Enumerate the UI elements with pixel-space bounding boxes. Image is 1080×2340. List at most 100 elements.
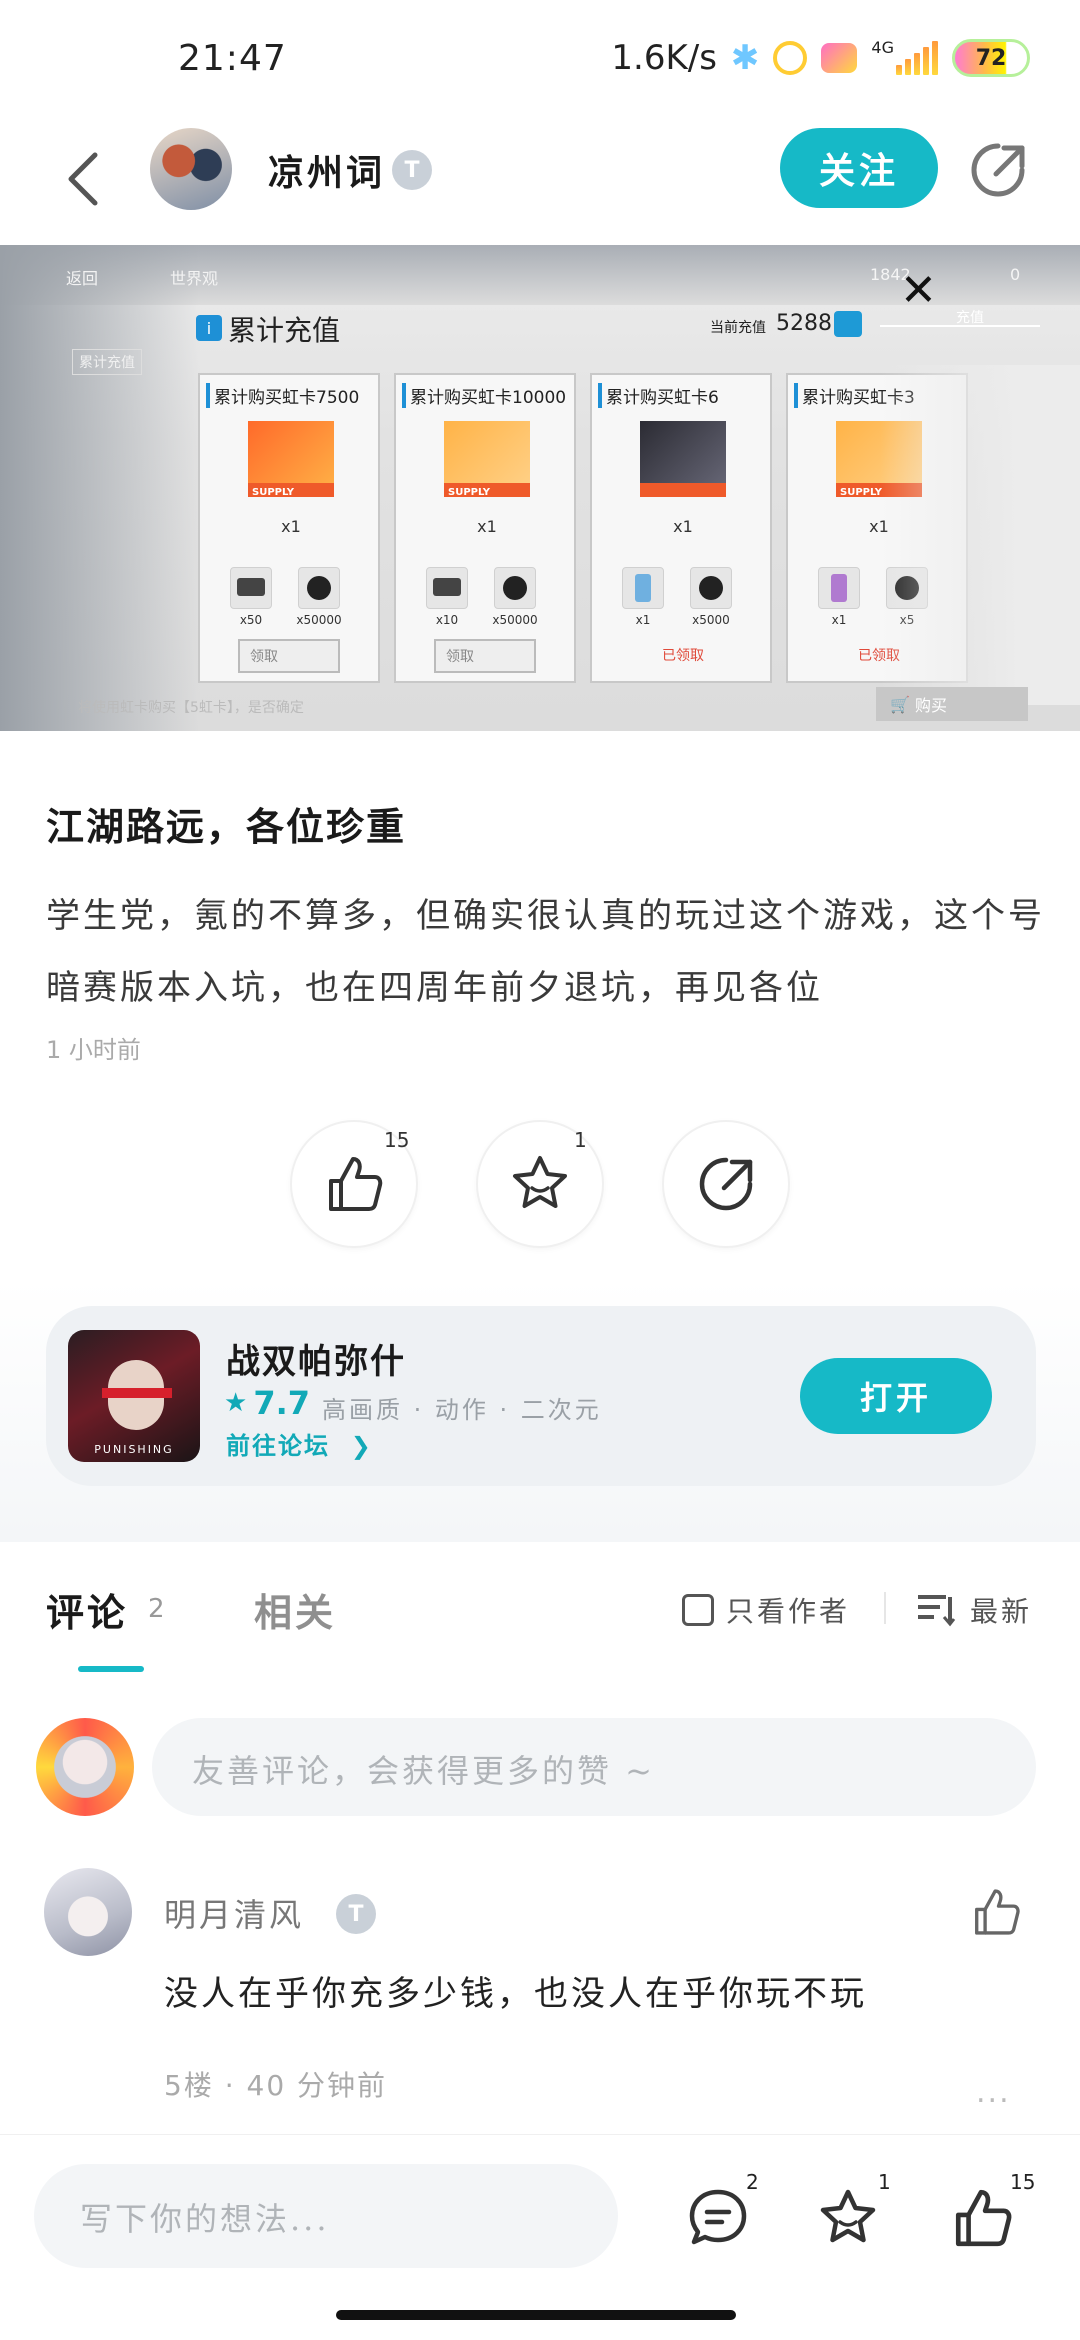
battery-level: 72: [975, 45, 1007, 71]
bottom-star-icon[interactable]: [816, 2186, 880, 2250]
net-speed: 1.6K/s: [611, 38, 717, 78]
signal-icon: [896, 41, 938, 75]
reward-card: 累计购买虹卡6 x1 x1 x5000 已领取: [590, 373, 772, 683]
sort-divider: [884, 1592, 886, 1624]
star-icon: [513, 1156, 567, 1208]
reward-card-art: [248, 421, 334, 497]
my-avatar: [36, 1718, 134, 1816]
bottom-like-count: 15: [1010, 2170, 1036, 2194]
share-button[interactable]: [662, 1120, 790, 1248]
comment-meta: 5楼 · 40 分钟前: [164, 2069, 388, 2102]
post-header: 凉州词 T 关注: [0, 120, 1080, 240]
screenshot-shadow: [0, 245, 200, 731]
reward-item-qty: x10: [435, 613, 459, 627]
comment-avatar[interactable]: [44, 1868, 132, 1956]
status-time: 21:47: [178, 38, 287, 79]
author-only-toggle[interactable]: 只看作者: [682, 1590, 850, 1630]
author-only-checkbox[interactable]: [682, 1594, 714, 1626]
sort-button[interactable]: 最新: [916, 1590, 1032, 1630]
favorite-count: 1: [574, 1128, 587, 1152]
reward-item-qty: x50000: [296, 613, 342, 627]
comment-more-icon[interactable]: ...: [976, 2078, 1011, 2108]
reward-claim-button: 领取: [238, 639, 340, 673]
reward-item-qty: x50000: [492, 613, 538, 627]
screenshot-fade: [880, 365, 1080, 705]
status-indicators: 1.6K/s ✱ 4G 72: [611, 38, 1030, 78]
reward-item-icon: [298, 567, 340, 609]
home-indicator[interactable]: [336, 2310, 736, 2320]
reward-card: 累计购买虹卡10000 SUPPLY x1 x10 x50000 领取: [394, 373, 576, 683]
reward-card: 累计购买虹卡7500 SUPPLY x1 x50 x50000 领取: [198, 373, 380, 683]
post-image[interactable]: 返回 世界观 1842 0 累计充值 ✕ 充值 i 累计充值 当前充值 5288…: [0, 245, 1080, 731]
reward-item-qty: x50: [239, 613, 263, 627]
status-bar: 21:47 1.6K/s ✱ 4G 72: [0, 0, 1080, 120]
screenshot-currency-icon: [834, 311, 862, 337]
bottom-comment-count: 2: [746, 2170, 759, 2194]
comment-input-placeholder: 友善评论，会获得更多的赞 ~: [192, 1752, 655, 1790]
reward-card-qty: x1: [477, 517, 497, 536]
reward-item-qty: x1: [635, 613, 651, 627]
supply-label: SUPPLY: [840, 487, 883, 498]
supply-label: SUPPLY: [448, 487, 491, 498]
thumbs-up-icon: [329, 1157, 383, 1211]
game-icon-label: PUNISHING: [94, 1443, 174, 1456]
screenshot-hint-text: 将使用虹卡购买【5虹卡】，是否确定: [78, 700, 304, 716]
reward-card-title: 累计购买虹卡7500: [206, 383, 359, 408]
comment-text: 没人在乎你充多少钱，也没人在乎你玩不玩: [164, 1974, 867, 2014]
share-icon[interactable]: [968, 140, 1028, 200]
reward-item-icon: [690, 567, 732, 609]
hd-icon: [821, 43, 858, 73]
screenshot-world-label: 世界观: [170, 269, 219, 288]
reward-item-icon: [494, 567, 536, 609]
post-time: 1 小时前: [46, 1036, 141, 1064]
reward-card-title: 累计购买虹卡6: [598, 383, 719, 408]
reward-item-icon: [622, 567, 664, 609]
reward-item-icon: [818, 567, 860, 609]
bottom-thumbs-up-icon[interactable]: [950, 2186, 1014, 2250]
reward-card-qty: x1: [673, 517, 693, 536]
comment-like-icon[interactable]: [970, 1886, 1022, 1938]
network-type: 4G: [871, 38, 894, 57]
supply-label: SUPPLY: [252, 487, 295, 498]
reward-item-qty: x5000: [692, 613, 730, 627]
screenshot-info-icon: i: [196, 315, 222, 341]
screenshot-buy-button: 🛒 购买: [876, 687, 1028, 721]
back-arrow-icon: [68, 152, 98, 206]
reward-claim-button: 领取: [434, 639, 536, 673]
screenshot-recharge-value: 5288: [776, 311, 832, 336]
game-forum-link[interactable]: 前往论坛 ❯: [226, 1426, 373, 1461]
screenshot-resource-2: 0: [1010, 265, 1021, 284]
screenshot-side-tab: 累计充值: [72, 349, 142, 375]
back-button[interactable]: [52, 144, 112, 214]
tab-comments[interactable]: 评论: [46, 1582, 128, 1637]
reward-item-qty: x1: [831, 613, 847, 627]
tab-comments-count: 2: [148, 1594, 165, 1624]
game-name[interactable]: 战双帕弥什: [226, 1334, 406, 1383]
author-only-label: 只看作者: [726, 1595, 851, 1628]
screenshot-buy-label: 购买: [915, 696, 948, 715]
game-forum-label: 前往论坛: [226, 1432, 330, 1460]
author-avatar[interactable]: [150, 128, 232, 210]
comment-username[interactable]: 明月清风: [164, 1890, 304, 1936]
chevron-right-icon: ❯: [340, 1432, 373, 1460]
bottom-input-placeholder: 写下你的想法...: [80, 2200, 330, 2238]
comment-level-badge: T: [336, 1894, 376, 1934]
reward-card-title: 累计购买虹卡10000: [402, 383, 566, 408]
follow-button[interactable]: 关注: [780, 128, 938, 208]
open-game-button[interactable]: 打开: [800, 1358, 992, 1434]
reward-claimed-label: 已领取: [662, 648, 704, 664]
author-name[interactable]: 凉州词: [268, 144, 385, 196]
post-body: 学生党，氪的不算多，但确实很认真的玩过这个游戏，这个号暗赛版本入坑，也在四周年前…: [46, 896, 1045, 1008]
reward-card-qty: x1: [281, 517, 301, 536]
tab-related[interactable]: 相关: [254, 1582, 336, 1637]
screenshot-close-icon: ✕: [900, 265, 937, 316]
comment-icon[interactable]: [686, 2186, 750, 2250]
bottom-favorite-count: 1: [878, 2170, 891, 2194]
reward-item-icon: [230, 567, 272, 609]
alarm-icon: [773, 41, 808, 75]
post-title: 江湖路远，各位珍重: [46, 804, 407, 849]
screenshot-tab-right: 充值: [956, 310, 984, 326]
reward-item-icon: [426, 567, 468, 609]
game-icon[interactable]: PUNISHING: [68, 1330, 200, 1462]
share-icon: [699, 1157, 753, 1211]
